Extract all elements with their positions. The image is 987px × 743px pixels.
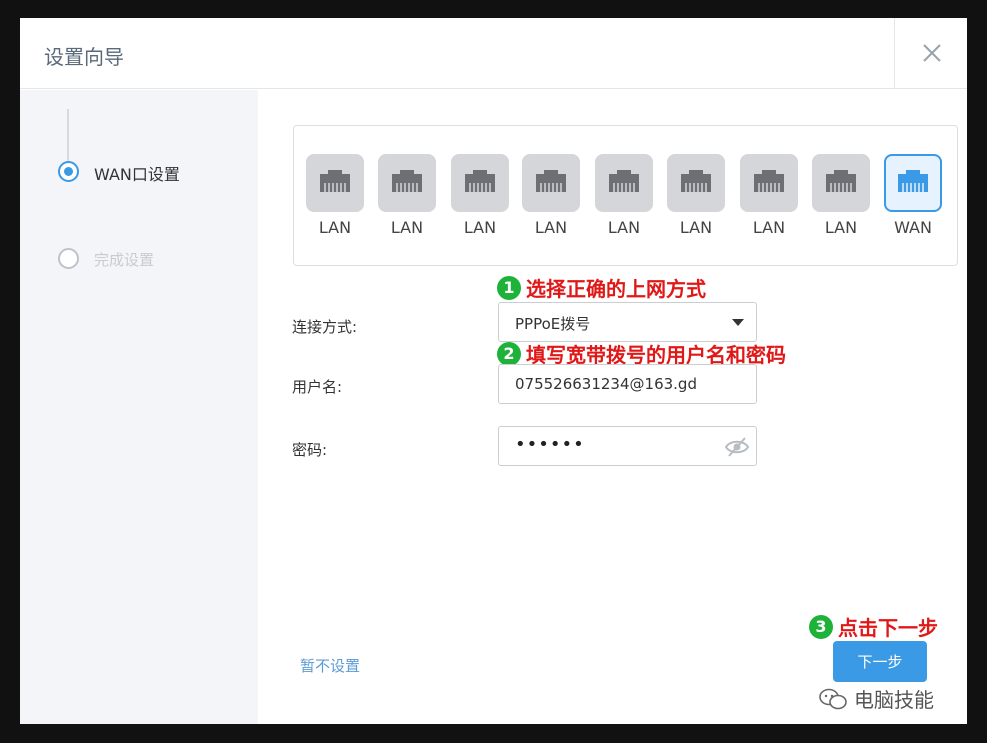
step-wan-label: WAN口设置 — [94, 165, 180, 184]
port-label: LAN — [534, 218, 568, 237]
close-icon — [923, 44, 941, 62]
ethernet-port-icon — [667, 154, 725, 212]
skip-setup-link[interactable]: 暂不设置 — [300, 655, 360, 676]
wechat-icon — [819, 688, 847, 709]
port-label: LAN — [318, 218, 352, 237]
watermark-text: 电脑技能 — [854, 688, 934, 712]
setup-wizard-dialog: 设置向导 WAN口设置 完成设置 LAN LAN LAN LAN LAN LAN… — [20, 18, 967, 724]
port-lan-8: LAN — [812, 154, 870, 237]
port-label: LAN — [607, 218, 641, 237]
port-lan-2: LAN — [378, 154, 436, 237]
port-label: LAN — [824, 218, 858, 237]
annotation-number: 3 — [809, 614, 833, 639]
username-input[interactable]: 075526631234@163.gd — [498, 364, 757, 404]
annotation-text: 选择正确的上网方式 — [526, 277, 706, 301]
port-lan-1: LAN — [306, 154, 364, 237]
ethernet-port-icon — [378, 154, 436, 212]
close-button[interactable] — [894, 18, 967, 89]
port-label: WAN — [894, 218, 932, 237]
ethernet-port-icon — [522, 154, 580, 212]
port-label: LAN — [390, 218, 424, 237]
annotation-3: 3 点击下一步 — [809, 612, 938, 641]
annotation-number: 1 — [497, 275, 521, 300]
chevron-down-icon — [732, 319, 744, 326]
username-value: 075526631234@163.gd — [515, 375, 697, 393]
port-lan-3: LAN — [451, 154, 509, 237]
ethernet-port-icon — [812, 154, 870, 212]
annotation-1: 1 选择正确的上网方式 — [497, 273, 706, 302]
annotation-number: 2 — [497, 341, 521, 366]
port-label: LAN — [679, 218, 713, 237]
ethernet-port-icon — [451, 154, 509, 212]
ethernet-port-icon — [740, 154, 798, 212]
connection-type-select[interactable]: PPPoE拨号 — [498, 302, 757, 342]
port-label: LAN — [752, 218, 786, 237]
username-label: 用户名: — [292, 378, 343, 396]
watermark: 电脑技能 — [818, 684, 934, 713]
ethernet-port-icon — [595, 154, 653, 212]
step-finish-label: 完成设置 — [94, 251, 155, 269]
connection-type-value: PPPoE拨号 — [515, 315, 591, 333]
annotation-text: 点击下一步 — [838, 616, 938, 640]
password-input[interactable]: •••••• — [498, 426, 757, 466]
port-lan-7: LAN — [740, 154, 798, 237]
port-lan-6: LAN — [667, 154, 725, 237]
password-value: •••••• — [515, 434, 585, 455]
eye-off-icon[interactable] — [724, 435, 750, 459]
ethernet-port-icon — [306, 154, 364, 212]
connection-type-label: 连接方式: — [292, 318, 358, 336]
ethernet-port-icon — [884, 154, 942, 212]
next-step-button[interactable]: 下一步 — [833, 641, 927, 682]
ports-panel: LAN LAN LAN LAN LAN LAN LAN LAN WAN — [293, 125, 958, 266]
port-lan-5: LAN — [595, 154, 653, 237]
dialog-title: 设置向导 — [44, 45, 124, 69]
port-lan-4: LAN — [522, 154, 580, 237]
port-wan[interactable]: WAN — [884, 154, 942, 237]
port-label: LAN — [463, 218, 497, 237]
step-finish-indicator — [58, 248, 79, 269]
password-label: 密码: — [292, 441, 328, 459]
step-wan-indicator — [58, 161, 79, 182]
title-bar: 设置向导 — [20, 18, 967, 89]
step-sidebar — [20, 90, 258, 724]
